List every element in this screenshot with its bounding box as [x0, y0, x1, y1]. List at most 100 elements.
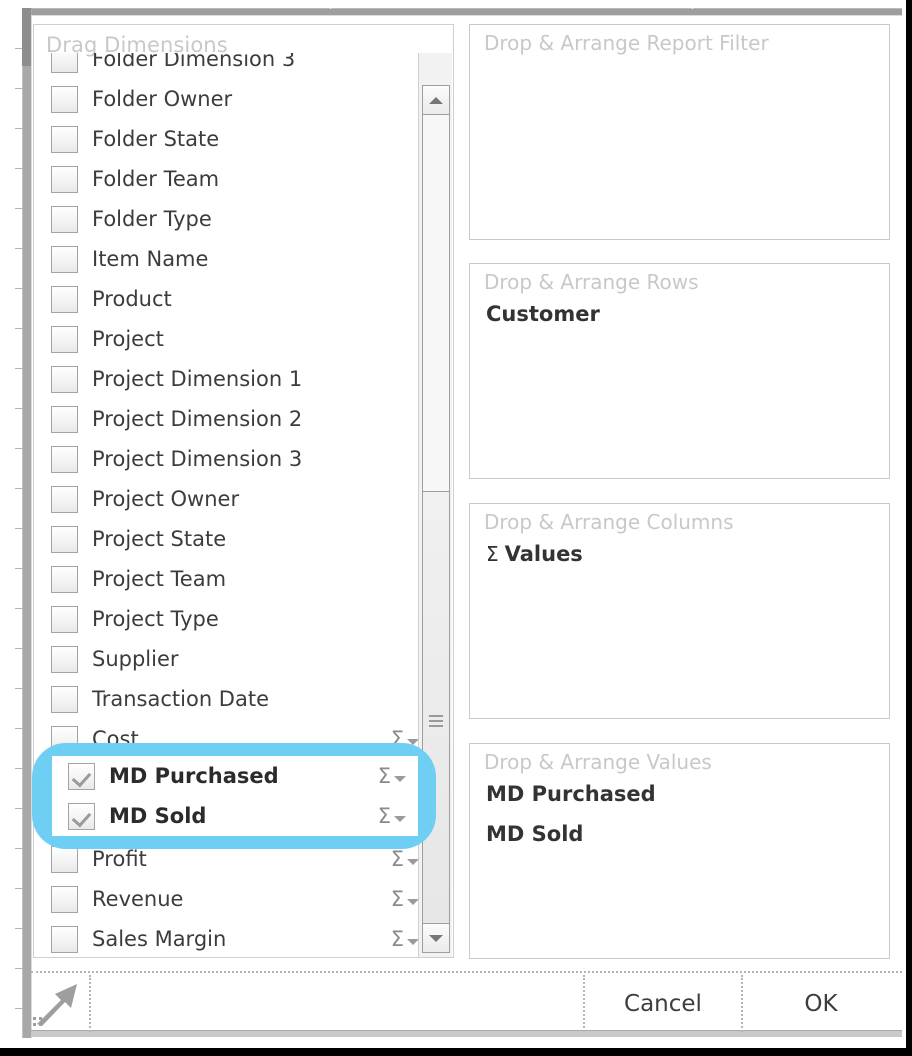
field-item-label: Project State	[92, 527, 227, 551]
drop-zone-caption: Drop & Arrange Columns	[484, 510, 734, 534]
field-item-label: Supplier	[92, 647, 179, 671]
drop-zone-caption: Drop & Arrange Report Filter	[484, 31, 769, 55]
field-list-item[interactable]: Project Team	[35, 559, 435, 599]
scrollbar-thumb[interactable]	[422, 491, 450, 951]
field-list-item[interactable]: Project Type	[35, 599, 435, 639]
field-item-label: Revenue	[92, 887, 184, 911]
field-item-label: Project Dimension 1	[92, 367, 303, 391]
field-checkbox[interactable]	[51, 245, 78, 273]
resize-grip-icon[interactable]	[33, 1017, 45, 1029]
highlighted-field-list-item[interactable]: MD Purchased Σ	[52, 756, 418, 796]
field-list-item[interactable]: Folder Type	[35, 199, 435, 239]
field-checkbox[interactable]	[68, 762, 95, 790]
scroll-up-arrow-icon[interactable]	[422, 85, 450, 115]
field-checkbox[interactable]	[51, 365, 78, 393]
field-checkbox[interactable]	[51, 125, 78, 153]
field-checkbox[interactable]	[51, 485, 78, 513]
field-item-label: Project	[92, 327, 164, 351]
highlighted-field-list-item[interactable]: MD Sold Σ	[52, 796, 418, 836]
selection-highlight-inner: MD Purchased Σ MD Sold Σ	[52, 756, 418, 836]
field-checkbox[interactable]	[51, 325, 78, 353]
field-checkbox[interactable]	[51, 445, 78, 473]
pivot-field-dialog-window: Drag Dimensions Folder Dimension 3 Folder…	[0, 0, 912, 1056]
field-item-label: Profit	[92, 847, 147, 871]
scrollbar-grip-icon	[429, 712, 443, 730]
field-item-label: Sales Margin	[92, 927, 227, 951]
field-item-label: Project Type	[92, 607, 219, 631]
field-list-item[interactable]: Project State	[35, 519, 435, 559]
drop-zone-field-label: MD Purchased	[486, 782, 656, 806]
field-checkbox[interactable]	[51, 565, 78, 593]
field-list-item[interactable]: Project Dimension 1	[35, 359, 435, 399]
field-checkbox[interactable]	[68, 802, 95, 830]
ok-button[interactable]: OK	[743, 975, 899, 1032]
field-item-label: Folder Type	[92, 207, 212, 231]
field-item-label: Item Name	[92, 247, 209, 271]
field-list-item[interactable]: Item Name	[35, 239, 435, 279]
field-checkbox[interactable]	[51, 885, 78, 913]
drop-zone-field-label: MD Sold	[486, 822, 584, 846]
field-list-item[interactable]: Folder Owner	[35, 79, 435, 119]
field-checkbox[interactable]	[51, 205, 78, 233]
field-list-item[interactable]: Product	[35, 279, 435, 319]
aggregation-dropdown[interactable]: Σ	[390, 926, 419, 951]
field-list-item[interactable]: Project Dimension 3	[35, 439, 435, 479]
field-list-item[interactable]: Revenue Σ	[35, 879, 435, 919]
drop-zone-field-chip[interactable]: Customer	[486, 302, 600, 326]
field-item-label: Project Team	[92, 567, 227, 591]
field-list-item[interactable]: Folder Dimension 3	[35, 53, 435, 79]
aggregation-dropdown[interactable]: Σ	[377, 803, 406, 828]
field-list-item[interactable]: Project	[35, 319, 435, 359]
sigma-icon: Σ	[377, 763, 391, 788]
field-list-item[interactable]: Folder State	[35, 119, 435, 159]
sigma-icon: Σ	[390, 926, 404, 951]
drop-zone-field-chip[interactable]: Σ Values	[486, 542, 583, 566]
field-checkbox[interactable]	[51, 165, 78, 193]
drop-zone-report-filter[interactable]: Drop & Arrange Report Filter	[469, 24, 890, 240]
field-checkbox[interactable]	[51, 285, 78, 313]
field-list-item[interactable]: Transaction Date	[35, 679, 435, 719]
footer-separator	[89, 975, 91, 1032]
drop-zone-field-label: Values	[504, 542, 583, 566]
sigma-icon: Σ	[377, 803, 391, 828]
sigma-icon: Σ	[486, 542, 499, 566]
left-ruler-highlight	[22, 8, 31, 66]
field-checkbox[interactable]	[51, 605, 78, 633]
drop-zone-values[interactable]: Drop & Arrange Values MD Purchased MD Sold	[469, 743, 890, 959]
field-checkbox[interactable]	[51, 845, 78, 873]
field-checkbox[interactable]	[51, 925, 78, 953]
drop-zone-columns[interactable]: Drop & Arrange Columns Σ Values	[469, 503, 890, 719]
field-item-label: Folder Owner	[92, 87, 233, 111]
field-checkbox[interactable]	[51, 85, 78, 113]
field-list-item[interactable]: Folder Team	[35, 159, 435, 199]
scroll-down-arrow-icon[interactable]	[422, 923, 450, 953]
field-list-item[interactable]: Project Owner	[35, 479, 435, 519]
drop-zone-field-label: Customer	[486, 302, 600, 326]
field-item-label: Transaction Date	[92, 687, 270, 711]
field-item-label: MD Purchased	[109, 764, 279, 788]
drop-zone-field-chip[interactable]: MD Purchased	[486, 782, 656, 806]
field-item-label: Project Dimension 2	[92, 407, 303, 431]
selection-highlight-overlay: MD Purchased Σ MD Sold Σ	[32, 743, 436, 849]
drop-zone-caption: Drop & Arrange Values	[484, 750, 712, 774]
drop-zone-caption: Drop & Arrange Rows	[484, 270, 699, 294]
field-list-item[interactable]: Sales Margin Σ	[35, 919, 435, 957]
aggregation-dropdown[interactable]: Σ	[377, 763, 406, 788]
sigma-icon: Σ	[390, 846, 404, 871]
field-checkbox[interactable]	[51, 405, 78, 433]
field-item-label: Folder Dimension 3	[92, 53, 296, 71]
field-list-item[interactable]: Supplier	[35, 639, 435, 679]
field-checkbox[interactable]	[51, 525, 78, 553]
field-checkbox[interactable]	[51, 645, 78, 673]
field-checkbox[interactable]	[51, 685, 78, 713]
drop-zone-field-chip[interactable]: MD Sold	[486, 822, 583, 846]
cancel-button[interactable]: Cancel	[585, 975, 741, 1032]
field-item-label: Product	[92, 287, 172, 311]
sigma-icon: Σ	[390, 886, 404, 911]
aggregation-dropdown[interactable]: Σ	[390, 886, 419, 911]
aggregation-dropdown[interactable]: Σ	[390, 846, 419, 871]
field-list-item[interactable]: Project Dimension 2	[35, 399, 435, 439]
field-item-label: MD Sold	[109, 804, 207, 828]
drop-zone-rows[interactable]: Drop & Arrange Rows Customer	[469, 263, 890, 479]
field-checkbox[interactable]	[51, 53, 78, 73]
